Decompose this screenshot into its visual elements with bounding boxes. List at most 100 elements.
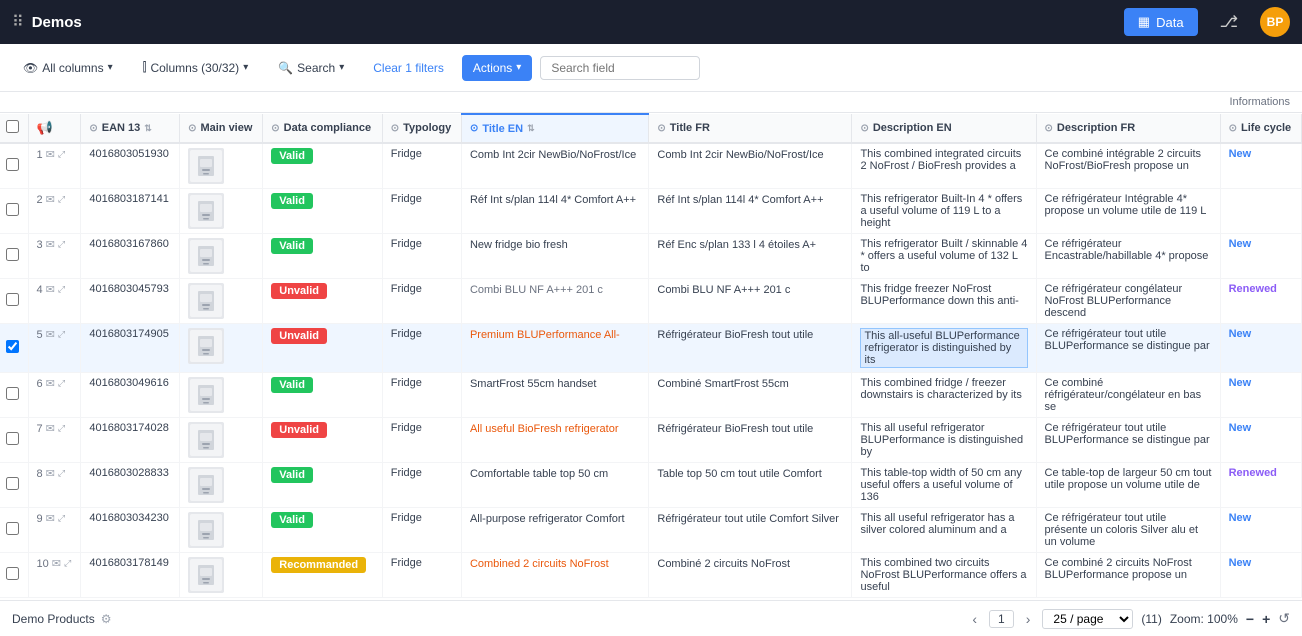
table-container[interactable]: 📢 ⊙ EAN 13 ⇅ ⊙ Main view (0, 113, 1302, 600)
row-num-cell: 10 ✉ ⤢ (28, 553, 81, 598)
expand-icon[interactable]: ⤢ (58, 423, 65, 434)
thumb-img (190, 469, 222, 501)
data-nav-button[interactable]: ▦ Data (1124, 8, 1198, 36)
row-checkbox-cell[interactable] (0, 463, 28, 508)
row-checkbox[interactable] (6, 293, 19, 306)
row-checkbox-cell[interactable] (0, 189, 28, 234)
select-all-checkbox[interactable] (6, 120, 19, 133)
email-icon[interactable]: ✉ (46, 467, 55, 480)
lifecycle-cell (1220, 189, 1301, 234)
row-num-cell: 9 ✉ ⤢ (28, 508, 81, 553)
columns-button[interactable]: ⫿ Columns (30/32) ▾ (132, 54, 260, 81)
ean13-cell: 4016803178149 (81, 553, 180, 598)
row-checkbox[interactable] (6, 477, 19, 490)
title-en-cell: New fridge bio fresh (461, 234, 648, 279)
next-page-button[interactable]: › (1022, 609, 1035, 629)
desc-en-cell: This combined fridge / freezer downstair… (852, 373, 1036, 418)
th-announce: 📢 (28, 114, 81, 143)
footer-tab[interactable]: Demo Products (12, 612, 95, 626)
per-page-select[interactable]: 25 / page 50 / page 100 / page (1042, 609, 1133, 629)
compliance-badge: Unvalid (271, 422, 327, 438)
expand-icon[interactable]: ⤢ (58, 378, 65, 389)
expand-icon[interactable]: ⤢ (58, 329, 65, 340)
actions-button[interactable]: Actions ▾ (462, 55, 532, 81)
row-checkbox[interactable] (6, 522, 19, 535)
zoom-in-button[interactable]: + (1262, 611, 1270, 627)
expand-icon[interactable]: ⤢ (58, 149, 65, 160)
row-checkbox[interactable] (6, 567, 19, 580)
row-checkbox-cell[interactable] (0, 324, 28, 373)
search-button[interactable]: 🔍 Search ▾ (267, 55, 355, 81)
row-checkbox[interactable] (6, 248, 19, 261)
row-checkbox-cell[interactable] (0, 418, 28, 463)
th-select-all[interactable] (0, 114, 28, 143)
title-fr-cell: Combiné 2 circuits NoFrost (649, 553, 852, 598)
product-thumb (188, 557, 224, 593)
expand-icon[interactable]: ⤢ (58, 194, 65, 205)
zoom-out-button[interactable]: − (1246, 611, 1254, 627)
email-icon[interactable]: ✉ (46, 512, 55, 525)
email-icon[interactable]: ✉ (46, 328, 55, 341)
row-num-cell: 8 ✉ ⤢ (28, 463, 81, 508)
zoom-reset-button[interactable]: ↺ (1278, 610, 1290, 627)
expand-icon[interactable]: ⤢ (58, 468, 65, 479)
row-checkbox-cell[interactable] (0, 279, 28, 324)
info-header: Informations (0, 92, 1302, 113)
org-nav-button[interactable]: ⎇ (1206, 6, 1252, 38)
row-checkbox-cell[interactable] (0, 373, 28, 418)
email-icon[interactable]: ✉ (46, 238, 55, 251)
email-icon[interactable]: ✉ (46, 283, 55, 296)
email-icon[interactable]: ✉ (46, 377, 55, 390)
row-checkbox[interactable] (6, 387, 19, 400)
compliance-badge: Valid (271, 467, 313, 483)
th-title-fr: ⊙ Title FR (649, 114, 852, 143)
row-checkbox[interactable] (6, 203, 19, 216)
prev-page-button[interactable]: ‹ (968, 609, 981, 629)
email-icon[interactable]: ✉ (52, 557, 61, 570)
footer: Demo Products ⚙ ‹ 1 › 25 / page 50 / pag… (0, 600, 1302, 636)
title-fr-cell: Comb Int 2cir NewBio/NoFrost/Ice (649, 143, 852, 189)
compliance-badge: Valid (271, 377, 313, 393)
lifecycle-cell: Renewed (1220, 279, 1301, 324)
all-columns-button[interactable]: 👁 All columns ▾ (12, 55, 124, 81)
table-row: 3 ✉ ⤢ 4016803167860 Valid Fridge New fri… (0, 234, 1302, 279)
row-checkbox[interactable] (6, 158, 19, 171)
compliance-cell: Valid (263, 463, 382, 508)
avatar[interactable]: BP (1260, 7, 1290, 37)
row-checkbox[interactable] (6, 340, 19, 353)
row-checkbox-cell[interactable] (0, 143, 28, 189)
org-icon: ⎇ (1220, 12, 1238, 32)
th-desc-fr: ⊙ Description FR (1036, 114, 1220, 143)
main-view-cell (180, 143, 263, 189)
expand-icon[interactable]: ⤢ (58, 513, 65, 524)
table-row: 5 ✉ ⤢ 4016803174905 Unvalid Fridge Premi… (0, 324, 1302, 373)
thumb-img (190, 330, 222, 362)
typology-cell: Fridge (382, 189, 461, 234)
desc-fr-cell: Ce combiné intégrable 2 circuits NoFrost… (1036, 143, 1220, 189)
clear-filters-button[interactable]: Clear 1 filters (363, 56, 454, 80)
email-icon[interactable]: ✉ (46, 148, 55, 161)
row-checkbox-cell[interactable] (0, 508, 28, 553)
row-checkbox-cell[interactable] (0, 553, 28, 598)
current-page[interactable]: 1 (989, 610, 1014, 628)
product-thumb (188, 377, 224, 413)
expand-icon[interactable]: ⤢ (58, 284, 65, 295)
lifecycle-cell: Renewed (1220, 463, 1301, 508)
th-filter-icon: ⊙ (391, 123, 399, 134)
desc-fr-cell: Ce combiné réfrigérateur/congélateur en … (1036, 373, 1220, 418)
email-icon[interactable]: ✉ (46, 193, 55, 206)
table-row: 1 ✉ ⤢ 4016803051930 Valid Fridge Comb In… (0, 143, 1302, 189)
email-icon[interactable]: ✉ (46, 422, 55, 435)
expand-icon[interactable]: ⤢ (64, 558, 71, 569)
search-field-input[interactable] (540, 56, 700, 80)
th-filter-icon: ⊙ (657, 123, 665, 134)
row-checkbox-cell[interactable] (0, 234, 28, 279)
ean13-cell: 4016803167860 (81, 234, 180, 279)
top-nav: ⠿ Demos ▦ Data ⎇ BP (0, 0, 1302, 44)
expand-icon[interactable]: ⤢ (58, 239, 65, 250)
row-checkbox[interactable] (6, 432, 19, 445)
table-row: 10 ✉ ⤢ 4016803178149 Recommanded Fridge … (0, 553, 1302, 598)
gear-icon[interactable]: ⚙ (101, 612, 112, 626)
th-data-compliance: ⊙ Data compliance (263, 114, 382, 143)
row-num-cell: 1 ✉ ⤢ (28, 143, 81, 189)
